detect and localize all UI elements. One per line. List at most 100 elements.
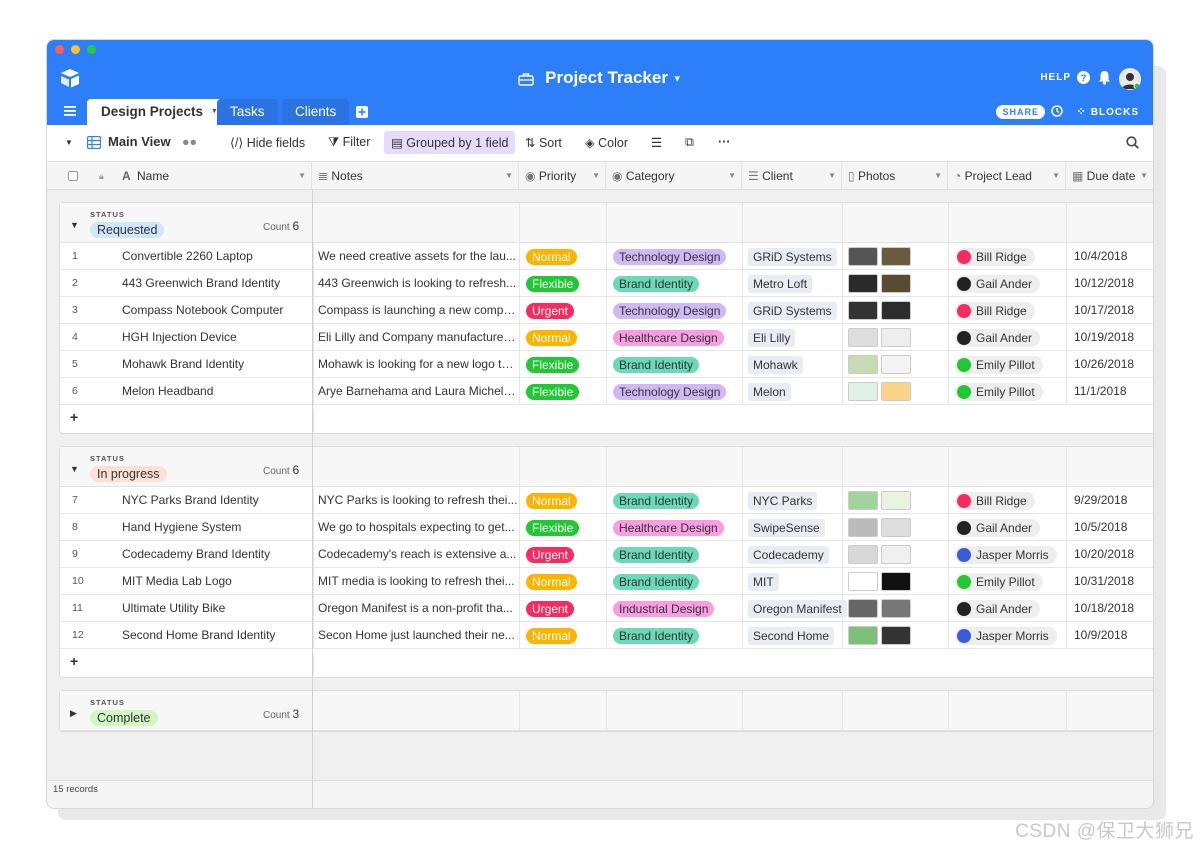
search-icon[interactable] — [1126, 136, 1139, 149]
client-link[interactable]: NYC Parks — [748, 491, 818, 510]
collaborator-chip[interactable]: Bill Ridge — [955, 247, 1035, 266]
filter-button[interactable]: ⧩ Filter — [328, 135, 370, 150]
project-lead-cell[interactable]: Emily Pillot — [955, 351, 1043, 378]
column-priority-header[interactable]: ◉ Priority ▼ — [519, 162, 606, 190]
photo-thumbnail[interactable] — [848, 247, 878, 267]
client-link[interactable]: GRiD Systems — [748, 247, 837, 266]
collapse-triangle-icon[interactable]: ▼ — [70, 464, 79, 474]
notes-cell[interactable]: Oregon Manifest is a non-profit tha... — [318, 595, 518, 622]
category-cell[interactable]: Healthcare Design — [613, 514, 724, 541]
photo-thumbnail[interactable] — [881, 572, 911, 592]
table-row[interactable]: 2 443 Greenwich Brand Identity 443 Greenwi… — [60, 270, 1153, 297]
category-cell[interactable]: Brand Identity — [613, 622, 700, 649]
group-header[interactable]: ▶ STATUS Complete Count 3 — [60, 691, 1153, 731]
client-link[interactable]: Melon — [748, 382, 791, 401]
collaborator-chip[interactable]: Emily Pillot — [955, 355, 1043, 374]
photo-thumbnail[interactable] — [881, 328, 911, 348]
client-cell[interactable]: Mohawk — [748, 351, 803, 378]
project-name-cell[interactable]: Hand Hygiene System — [122, 514, 307, 541]
client-link[interactable]: MIT — [748, 572, 779, 591]
client-cell[interactable]: NYC Parks — [748, 487, 818, 514]
project-lead-cell[interactable]: Gail Ander — [955, 270, 1041, 297]
priority-cell[interactable]: Normal — [526, 622, 577, 649]
base-title[interactable]: Project Tracker ▼ — [47, 68, 1153, 88]
table-row[interactable]: 6 Melon Headband Arye Barnehama and Laura … — [60, 378, 1153, 405]
client-cell[interactable]: SwipeSense — [748, 514, 825, 541]
client-link[interactable]: Second Home — [748, 626, 835, 645]
priority-cell[interactable]: Normal — [526, 487, 577, 514]
group-button[interactable]: ▤ Grouped by 1 field — [384, 131, 516, 154]
hide-fields-button[interactable]: ⟨/⟩ Hide fields — [230, 135, 305, 150]
photo-thumbnail[interactable] — [848, 572, 878, 592]
collaborator-chip[interactable]: Bill Ridge — [955, 491, 1035, 510]
project-lead-cell[interactable]: Emily Pillot — [955, 568, 1043, 595]
table-row[interactable]: 1 Convertible 2260 Laptop We need creative… — [60, 243, 1153, 270]
chevron-down-icon[interactable]: ▼ — [1052, 162, 1060, 190]
project-lead-cell[interactable]: Bill Ridge — [955, 487, 1035, 514]
collaborator-chip[interactable]: Gail Ander — [955, 328, 1041, 347]
tab-tasks[interactable]: Tasks — [217, 99, 278, 125]
collaborator-chip[interactable]: Gail Ander — [955, 599, 1041, 618]
column-photos-header[interactable]: ▯ Photos ▼ — [842, 162, 948, 190]
column-due-date-header[interactable]: ▦ Due date ▼ — [1066, 162, 1153, 190]
notes-cell[interactable]: Eli Lilly and Company manufactures... — [318, 324, 518, 351]
priority-cell[interactable]: Urgent — [526, 541, 575, 568]
table-row[interactable]: 5 Mohawk Brand Identity Mohawk is looking … — [60, 351, 1153, 378]
notes-cell[interactable]: We need creative assets for the lau... — [318, 243, 518, 270]
table-row[interactable]: 11 Ultimate Utility Bike Oregon Manifest i… — [60, 595, 1153, 622]
photos-cell[interactable] — [848, 324, 914, 351]
project-lead-cell[interactable]: Gail Ander — [955, 324, 1041, 351]
notes-cell[interactable]: Arye Barnehama and Laura Michelle... — [318, 378, 518, 405]
photos-cell[interactable] — [848, 378, 914, 405]
client-link[interactable]: Codecademy — [748, 545, 829, 564]
photo-thumbnail[interactable] — [848, 328, 878, 348]
photos-cell[interactable] — [848, 622, 914, 649]
photos-cell[interactable] — [848, 297, 914, 324]
close-dot[interactable] — [55, 45, 64, 54]
project-name-cell[interactable]: 443 Greenwich Brand Identity — [122, 270, 307, 297]
help-icon[interactable]: ? — [1077, 71, 1090, 84]
photo-thumbnail[interactable] — [881, 626, 911, 646]
column-category-header[interactable]: ◉ Category ▼ — [606, 162, 742, 190]
user-avatar[interactable] — [1119, 68, 1141, 90]
more-icon[interactable]: ··· — [718, 135, 731, 149]
category-cell[interactable]: Technology Design — [613, 243, 727, 270]
photos-cell[interactable] — [848, 595, 914, 622]
project-name-cell[interactable]: NYC Parks Brand Identity — [122, 487, 307, 514]
group-header[interactable]: ▼ STATUS Requested Count 6 — [60, 203, 1153, 243]
due-date-cell[interactable]: 10/4/2018 — [1074, 243, 1127, 270]
collaborator-chip[interactable]: Gail Ander — [955, 274, 1041, 293]
help-label[interactable]: HELP — [1040, 72, 1071, 83]
client-link[interactable]: SwipeSense — [748, 518, 825, 537]
tab-clients[interactable]: Clients — [282, 99, 350, 125]
photo-thumbnail[interactable] — [881, 247, 911, 267]
photo-thumbnail[interactable] — [848, 301, 878, 321]
due-date-cell[interactable]: 10/5/2018 — [1074, 514, 1127, 541]
project-name-cell[interactable]: Codecademy Brand Identity — [122, 541, 307, 568]
client-cell[interactable]: Melon — [748, 378, 791, 405]
client-link[interactable]: GRiD Systems — [748, 301, 837, 320]
priority-cell[interactable]: Normal — [526, 324, 577, 351]
table-row[interactable]: 12 Second Home Brand Identity Secon Home j… — [60, 622, 1153, 649]
client-link[interactable]: Eli Lilly — [748, 328, 796, 347]
client-cell[interactable]: GRiD Systems — [748, 297, 837, 324]
photos-cell[interactable] — [848, 351, 914, 378]
priority-cell[interactable]: Normal — [526, 243, 577, 270]
project-lead-cell[interactable]: Jasper Morris — [955, 541, 1057, 568]
project-lead-cell[interactable]: Emily Pillot — [955, 378, 1043, 405]
client-link[interactable]: Oregon Manifest — [748, 599, 847, 618]
notes-cell[interactable]: NYC Parks is looking to refresh thei... — [318, 487, 518, 514]
category-cell[interactable]: Industrial Design — [613, 595, 715, 622]
expand-triangle-icon[interactable]: ▶ — [70, 708, 77, 719]
chevron-down-icon[interactable]: ▼ — [592, 162, 600, 190]
table-row[interactable]: 10 MIT Media Lab Logo MIT media is looking… — [60, 568, 1153, 595]
category-cell[interactable]: Brand Identity — [613, 351, 700, 378]
collapse-triangle-icon[interactable]: ▼ — [70, 220, 79, 230]
client-cell[interactable]: Oregon Manifest — [748, 595, 847, 622]
chevron-down-icon[interactable]: ▼ — [65, 138, 73, 147]
photo-thumbnail[interactable] — [848, 626, 878, 646]
collaborators-icon[interactable]: ●● — [182, 135, 197, 149]
due-date-cell[interactable]: 10/20/2018 — [1074, 541, 1134, 568]
photos-cell[interactable] — [848, 514, 914, 541]
bell-icon[interactable] — [1098, 70, 1111, 85]
